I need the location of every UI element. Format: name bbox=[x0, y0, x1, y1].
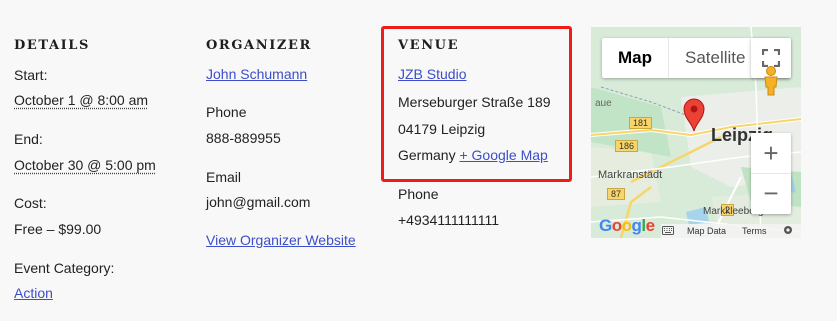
terms-link[interactable]: Terms bbox=[742, 226, 767, 236]
zoom-in-button[interactable]: + bbox=[751, 134, 791, 174]
venue-phone-label: Phone bbox=[398, 186, 439, 202]
road-shield-87: 87 bbox=[607, 188, 626, 200]
road-shield-186: 186 bbox=[615, 140, 639, 152]
map-type-satellite-button[interactable]: Satellite bbox=[668, 38, 761, 78]
event-category-label: Event Category: bbox=[14, 260, 115, 276]
zoom-controls: + − bbox=[751, 133, 791, 214]
venue-name-link[interactable]: JZB Studio bbox=[398, 65, 466, 83]
pegman-icon bbox=[764, 66, 778, 96]
report-issue-icon[interactable] bbox=[783, 225, 793, 235]
organizer-name-link[interactable]: John Schumann bbox=[206, 65, 307, 83]
details-heading: DETAILS bbox=[14, 38, 91, 53]
organizer-phone-label: Phone bbox=[206, 104, 247, 120]
organizer-heading: ORGANIZER bbox=[206, 38, 312, 53]
zoom-out-button[interactable]: − bbox=[751, 174, 791, 214]
map-type-map-button[interactable]: Map bbox=[602, 38, 668, 78]
cost-label: Cost: bbox=[14, 195, 47, 211]
location-pin-icon[interactable] bbox=[683, 98, 705, 132]
map-footer-strip bbox=[661, 224, 801, 238]
end-label: End: bbox=[14, 131, 43, 147]
map-data-link[interactable]: Map Data bbox=[687, 226, 726, 236]
organizer-phone-value: 888-889955 bbox=[206, 130, 281, 146]
event-category-link[interactable]: Action bbox=[14, 284, 53, 302]
venue-country: Germany bbox=[398, 147, 456, 163]
venue-heading: VENUE bbox=[398, 38, 460, 53]
road-shield-181: 181 bbox=[629, 117, 653, 129]
organizer-email-value: john@gmail.com bbox=[206, 194, 311, 210]
start-label: Start: bbox=[14, 67, 48, 83]
keyboard-icon[interactable] bbox=[662, 226, 674, 235]
venue-phone-value: +4934111111111 bbox=[398, 212, 500, 228]
start-value: October 1 @ 8:00 am bbox=[14, 92, 149, 108]
venue-street: Merseburger Straße 189 bbox=[398, 94, 551, 110]
venue-city: 04179 Leipzig bbox=[398, 121, 486, 137]
organizer-email-label: Email bbox=[206, 169, 242, 185]
venue-map[interactable]: 181 186 87 aue 2 Leipzig Markranstädt Ma… bbox=[591, 27, 801, 238]
end-value: October 30 @ 5:00 pm bbox=[14, 157, 156, 173]
cost-value: Free – $99.00 bbox=[14, 221, 102, 237]
place-label-aue: aue bbox=[595, 98, 612, 109]
place-label-markranstadt: Markranstädt bbox=[598, 169, 663, 181]
google-map-link[interactable]: + Google Map bbox=[459, 147, 547, 163]
google-logo: Google bbox=[599, 216, 655, 235]
street-view-button[interactable] bbox=[751, 61, 791, 101]
venue-country-line: Germany + Google Map bbox=[398, 146, 548, 164]
organizer-website-link[interactable]: View Organizer Website bbox=[206, 231, 356, 249]
